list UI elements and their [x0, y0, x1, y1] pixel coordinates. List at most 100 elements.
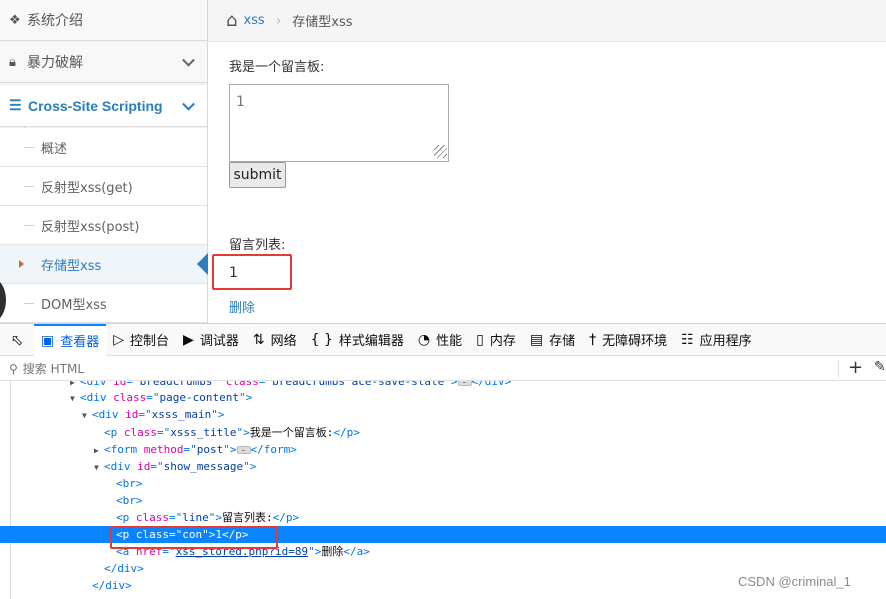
markup-node[interactable]: ▼ <div class="page-content"> [70, 389, 252, 406]
devtools-tab[interactable]: ◔ 性能 [411, 324, 469, 356]
add-node-icon[interactable]: + [848, 357, 863, 378]
sidebar-item-brute-force[interactable]: 🔒︎ 暴力破解 [0, 42, 207, 83]
attr-value: page-content [159, 391, 239, 404]
chevron-down-icon [182, 53, 195, 67]
resize-grip-icon[interactable] [434, 145, 447, 158]
divider [838, 360, 839, 378]
element-picker-icon[interactable]: ⬁ [0, 324, 34, 356]
tag-name: > [135, 494, 143, 507]
tree-tick [24, 225, 34, 226]
ellipsis-badge: … [236, 446, 251, 454]
markup-node[interactable]: ▶ <form method="post">… </form> [94, 441, 297, 458]
devtools-tab-label: 样式编辑器 [338, 334, 404, 349]
attr-punct: " [223, 443, 230, 456]
devtools-tab[interactable]: ▤ 存储 [523, 324, 582, 356]
attr-punct: " [243, 460, 250, 473]
sidebar-item-xss[interactable]: ☰ Cross-Site Scripting [0, 85, 207, 127]
sidebar-subitem[interactable]: 反射型xss(post) [0, 206, 207, 245]
attr-name: id [137, 460, 151, 473]
tree-tick [24, 186, 34, 187]
tag-name: </div> [104, 562, 144, 575]
text-content: 留言列表: [222, 511, 273, 524]
submit-button[interactable]: submit [229, 162, 286, 188]
devtools-tab[interactable]: ▶ 调试器 [176, 324, 246, 356]
caret-right-icon [19, 260, 24, 268]
markup-node[interactable]: </div> [92, 577, 132, 594]
attr-value: xsss_title [170, 426, 237, 439]
markup-node[interactable]: </div> [104, 560, 144, 577]
breadcrumb-separator-icon: › [275, 12, 282, 29]
breadcrumb-current: 存储型xss [292, 15, 353, 30]
devtools-tab-label: 应用程序 [699, 334, 752, 349]
markup-node[interactable]: ▼ <div id="xsss_main"> [82, 406, 224, 423]
tag-name: > [217, 408, 225, 421]
home-icon[interactable]: ⌂ [226, 10, 237, 31]
markup-node[interactable]: <p class="xsss_title">我是一个留言板:</p> [104, 424, 360, 441]
markup-node[interactable]: <p class="line">留言列表:</p> [116, 509, 299, 526]
tag-name: > [245, 391, 253, 404]
message-textarea[interactable] [229, 84, 449, 162]
devtools-tab[interactable]: ⇅ 网络 [246, 324, 304, 356]
attr-name: method [143, 443, 184, 456]
devtools-tab[interactable]: ▷ 控制台 [106, 324, 176, 356]
attr-punct: =" [126, 381, 140, 388]
devtools-tab-label: 调试器 [199, 334, 239, 349]
sidebar-subitem[interactable]: 反射型xss(get) [0, 167, 207, 206]
sidebar-subitem[interactable]: DOM型xss [0, 284, 207, 323]
devtools-tab[interactable]: ▣ 查看器 [34, 323, 107, 356]
memory-icon: ▯ [476, 331, 484, 348]
main-content: ⌂ xss › 存储型xss 我是一个留言板: submit 留言列表: 1 删… [208, 0, 886, 323]
tag-name: </p> [333, 426, 360, 439]
devtools-tab[interactable]: † 无障碍环境 [582, 324, 674, 356]
search-icon: ⚲ [9, 361, 18, 376]
attr-name: class [113, 391, 147, 404]
performance-icon: ◔ [417, 331, 431, 348]
breadcrumb-link-xss[interactable]: xss [243, 13, 264, 28]
markup-tree: ▶ <div id="breadcrumbs" class="breadcrumb… [0, 381, 886, 599]
attr-value: show_message [163, 460, 244, 473]
chevron-down-icon [182, 97, 195, 111]
web-app: ❖ 系统介绍 🔒︎ 暴力破解 ☰ Cross-Site Scripting 概述… [0, 0, 886, 323]
tag-name: > [215, 511, 222, 524]
tag-name: <div [80, 391, 107, 404]
attr-punct: =" [157, 426, 171, 439]
devtools-tab[interactable]: { } 样式编辑器 [304, 324, 411, 356]
attr-punct: =" [258, 381, 273, 388]
tag-name: <p [104, 426, 118, 439]
html-search-input[interactable] [22, 361, 223, 376]
attr-name: class [225, 381, 259, 388]
sidebar-subitem[interactable]: 存储型xss [0, 245, 208, 284]
divider [10, 381, 11, 599]
sidebar-subitem-label: DOM型xss [41, 297, 107, 313]
devtools-tab[interactable]: ☷ 应用程序 [674, 324, 759, 356]
inspector-icon: ▣ [41, 332, 55, 349]
pick-color-icon[interactable]: ✎ [874, 359, 886, 375]
attr-value: breadcrumbs [139, 381, 213, 388]
markup-node[interactable]: <br> [116, 475, 143, 492]
sidebar-subitem-label: 反射型xss(post) [41, 219, 140, 235]
twisty-open-icon: ▼ [94, 463, 99, 472]
sidebar-item-label: 系统介绍 [27, 13, 83, 29]
tags-icon: ❖ [9, 12, 21, 28]
tag-name: > [249, 460, 257, 473]
accessibility-icon: † [589, 331, 597, 348]
devtools-tab[interactable]: ▯ 内存 [469, 324, 523, 356]
watermark: CSDN @criminal_1 [738, 574, 851, 589]
markup-node[interactable]: <br> [116, 492, 143, 509]
attr-punct: " [211, 408, 218, 421]
attr-punct: " [444, 381, 451, 388]
tag-name: </p> [272, 511, 300, 524]
delete-link[interactable]: 删除 [229, 297, 255, 316]
attr-value: post [196, 443, 224, 456]
sidebar-item-system-intro[interactable]: ❖ 系统介绍 [0, 0, 207, 41]
storage-icon: ▤ [529, 331, 544, 348]
devtools-tabs: ▣ 查看器 ▷ 控制台 ▶ 调试器 ⇅ 网络 { } 样式编辑器 ◔ 性能 ▯ 内存 ▤ 存储 † 无障碍环境 ☷ 应… [34, 323, 759, 356]
tag-name: <div [104, 460, 131, 473]
attr-punct: =" [169, 511, 183, 524]
tag-name: <div [92, 408, 119, 421]
markup-node[interactable]: ▼ <div id="show_message"> [94, 458, 256, 475]
attr-punct: =" [150, 460, 164, 473]
sidebar-subitem[interactable]: 概述 [0, 128, 207, 167]
devtools-tab-label: 无障碍环境 [602, 334, 668, 349]
devtools-tab-label: 内存 [489, 334, 516, 349]
